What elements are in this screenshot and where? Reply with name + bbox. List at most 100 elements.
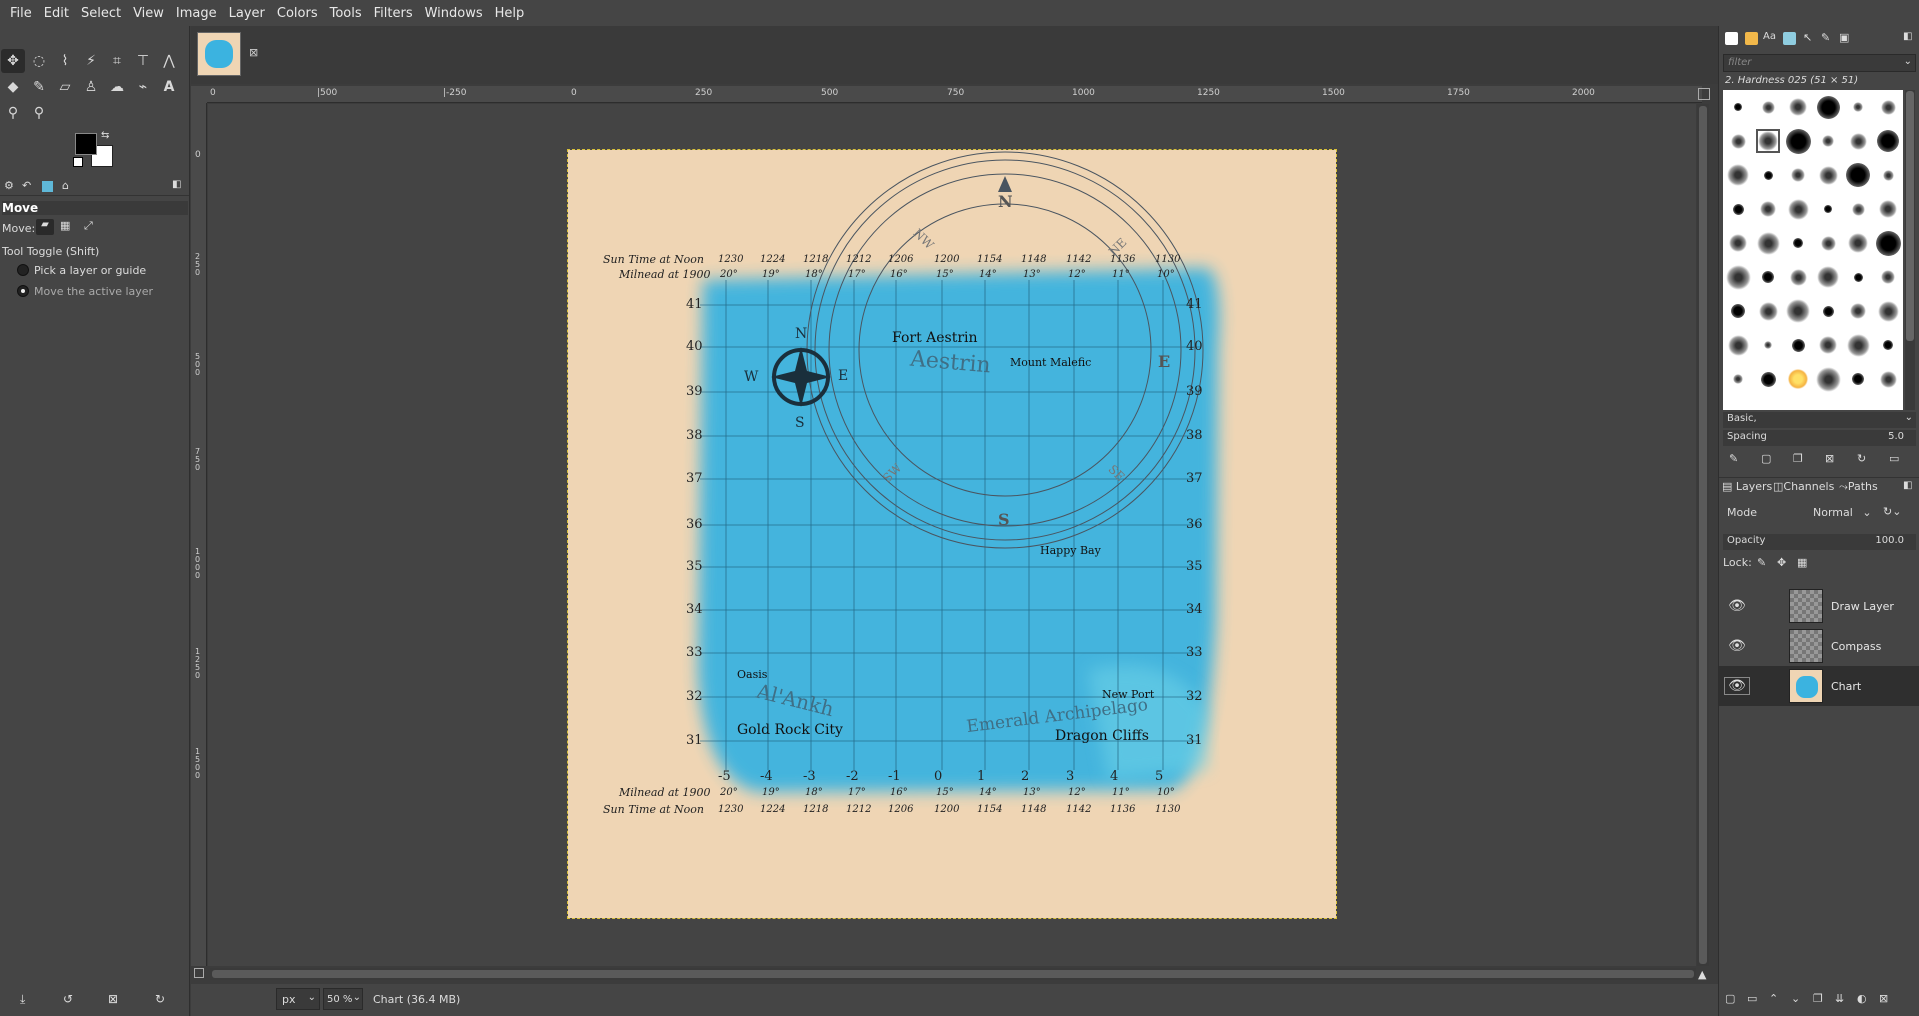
brush-preview[interactable]: [1761, 100, 1775, 114]
tool-presets-tab-icon[interactable]: ▣: [1839, 31, 1849, 44]
brush-preview[interactable]: [1879, 370, 1897, 388]
brush-preview[interactable]: [1791, 338, 1805, 352]
brush-preview[interactable]: [1758, 301, 1778, 321]
brush-preview[interactable]: [1764, 341, 1772, 349]
brush-preview[interactable]: [1785, 128, 1811, 154]
brush-preview[interactable]: [1733, 374, 1743, 384]
pick-layer-radio[interactable]: [17, 264, 29, 276]
brush-preview[interactable]: [1877, 130, 1899, 152]
menu-help[interactable]: Help: [489, 6, 531, 21]
layer-row-selected[interactable]: 👁 Chart: [1719, 666, 1919, 706]
brush-preview[interactable]: [1756, 129, 1780, 153]
brush-preview[interactable]: [1883, 340, 1893, 350]
swap-colors-icon[interactable]: ⇆: [101, 130, 109, 141]
open-brush-folder-icon[interactable]: ▭: [1889, 452, 1899, 465]
undo-history-tab-icon[interactable]: ↶: [22, 179, 31, 192]
brush-preview[interactable]: [1846, 163, 1870, 187]
zoom-tool-icon[interactable]: ⚲: [27, 101, 51, 125]
brush-preview[interactable]: [1732, 203, 1744, 215]
warp-tool-icon[interactable]: ⋀: [157, 49, 181, 73]
reset-tool-options-icon[interactable]: ↻: [155, 992, 165, 1006]
raise-layer-icon[interactable]: ⌃: [1769, 992, 1778, 1005]
brush-preview[interactable]: [1789, 98, 1807, 116]
brush-preview[interactable]: [1818, 165, 1838, 185]
menu-edit[interactable]: Edit: [38, 6, 75, 21]
brush-preview[interactable]: [1815, 366, 1841, 392]
brush-preview[interactable]: [1851, 202, 1865, 216]
brush-filter-input[interactable]: filter ⌄: [1723, 54, 1916, 72]
merge-layer-icon[interactable]: ⇊: [1835, 992, 1844, 1005]
color-picker-tool-icon[interactable]: ⚲: [1, 101, 25, 125]
brush-grid[interactable]: [1723, 90, 1903, 410]
pointer-tab-icon[interactable]: ↖: [1803, 31, 1812, 44]
smudge-tool-icon[interactable]: ☁: [105, 75, 129, 99]
quick-mask-toggle-icon[interactable]: [194, 968, 204, 978]
brush-preview[interactable]: [1820, 235, 1836, 251]
navigate-icon[interactable]: ▲: [1698, 968, 1706, 981]
new-layer-icon[interactable]: ▢: [1725, 992, 1735, 1005]
images-tab-icon[interactable]: [42, 181, 53, 192]
brush-preview[interactable]: [1763, 170, 1773, 180]
duplicate-brush-icon[interactable]: ❐: [1793, 452, 1803, 465]
paths-tool-icon[interactable]: ⌁: [131, 75, 155, 99]
brush-preview[interactable]: [1824, 205, 1832, 213]
menu-filters[interactable]: Filters: [368, 6, 419, 21]
brush-preview[interactable]: [1877, 300, 1899, 322]
brush-preview[interactable]: [1731, 304, 1745, 318]
save-tool-preset-icon[interactable]: ⤓: [20, 992, 25, 1007]
brush-preview[interactable]: [1822, 305, 1834, 317]
brush-preview[interactable]: [1817, 266, 1839, 288]
brush-grid-scrollbar[interactable]: [1905, 90, 1915, 410]
move-tool-icon[interactable]: ✥: [1, 49, 25, 73]
delete-brush-icon[interactable]: ⊠: [1825, 452, 1834, 465]
visibility-eye-icon[interactable]: 👁: [1725, 598, 1749, 614]
layer-mode-select[interactable]: Normal ⌄: [1813, 506, 1873, 519]
paintbrush-tool-icon[interactable]: ✎: [27, 75, 51, 99]
vertical-scrollbar[interactable]: [1697, 104, 1709, 966]
tab-layers[interactable]: ▤ Layers: [1722, 480, 1772, 493]
tab-channels[interactable]: ◫Channels: [1773, 480, 1834, 493]
brush-preview[interactable]: [1848, 233, 1868, 253]
configure-tab-icon[interactable]: ◧: [1903, 31, 1912, 42]
menu-select[interactable]: Select: [75, 6, 127, 21]
restore-tool-preset-icon[interactable]: ↺: [63, 992, 73, 1006]
move-layer-mode-icon[interactable]: ▰: [36, 219, 54, 235]
tab-paths[interactable]: ⤳Paths: [1839, 480, 1878, 494]
configure-tab-icon[interactable]: ◧: [172, 179, 181, 190]
new-layer-group-icon[interactable]: ▭: [1747, 992, 1757, 1005]
brush-preview[interactable]: [1822, 135, 1834, 147]
spacing-slider[interactable]: Spacing 5.0: [1723, 430, 1916, 446]
brush-preview[interactable]: [1853, 272, 1863, 282]
horizontal-scrollbar[interactable]: [210, 968, 1696, 980]
menu-windows[interactable]: Windows: [419, 6, 489, 21]
foreground-color-swatch[interactable]: [75, 133, 97, 155]
unit-select[interactable]: px ⌄: [276, 988, 320, 1010]
brush-preview[interactable]: [1729, 234, 1747, 252]
menu-view[interactable]: View: [127, 6, 170, 21]
layer-row[interactable]: 👁 Compass: [1719, 626, 1919, 666]
brush-preview[interactable]: [1852, 373, 1864, 385]
menu-file[interactable]: File: [4, 6, 38, 21]
zoom-select[interactable]: 50 % ⌄: [323, 988, 363, 1010]
device-status-tab-icon[interactable]: ⌂: [62, 179, 69, 192]
free-select-tool-icon[interactable]: ⌇: [53, 49, 77, 73]
brush-preview[interactable]: [1789, 268, 1807, 286]
refresh-brushes-icon[interactable]: ↻: [1857, 452, 1866, 465]
opacity-slider[interactable]: Opacity 100.0: [1723, 534, 1916, 550]
brush-preview[interactable]: [1788, 369, 1808, 389]
patterns-tab-icon[interactable]: [1745, 32, 1758, 45]
brush-preview[interactable]: [1816, 95, 1840, 119]
menu-tools[interactable]: Tools: [324, 6, 368, 21]
visibility-eye-icon[interactable]: 👁: [1725, 638, 1749, 654]
menu-layer[interactable]: Layer: [223, 6, 271, 21]
eraser-tool-icon[interactable]: ▱: [53, 75, 77, 99]
configure-tab-icon[interactable]: ◧: [1903, 480, 1912, 491]
text-tool-icon[interactable]: A: [157, 75, 181, 99]
brush-preview[interactable]: [1793, 238, 1803, 248]
tool-options-tab-icon[interactable]: ⚙: [4, 179, 14, 192]
rect-select-tool-icon[interactable]: ◌: [27, 49, 51, 73]
brush-preview[interactable]: [1850, 303, 1866, 319]
duplicate-layer-icon[interactable]: ❐: [1813, 992, 1823, 1005]
brush-preview[interactable]: [1786, 299, 1810, 323]
bucket-fill-tool-icon[interactable]: ◆: [1, 75, 25, 99]
